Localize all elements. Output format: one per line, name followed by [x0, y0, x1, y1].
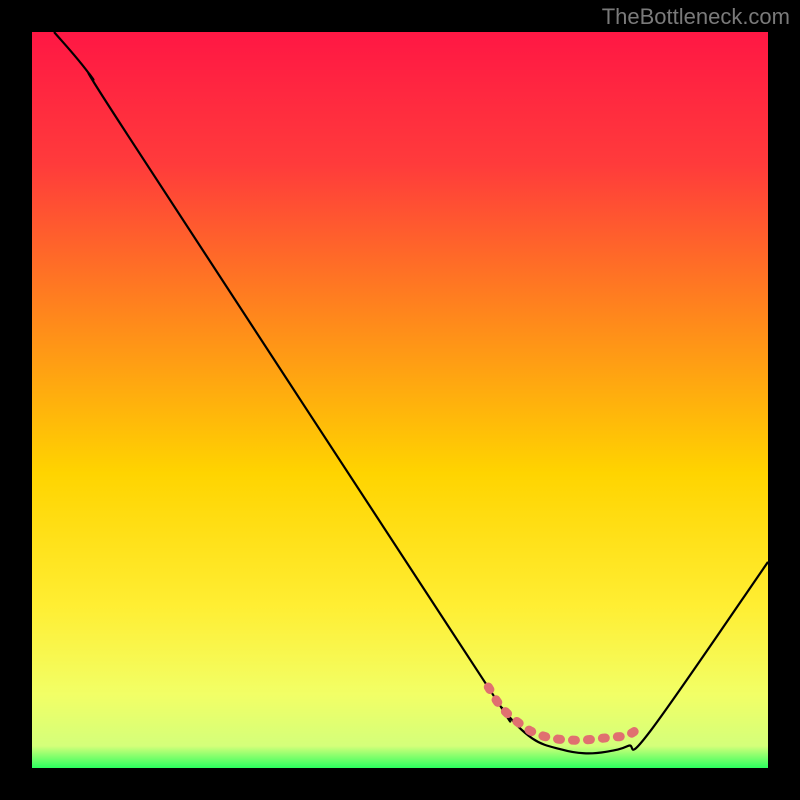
watermark-text: TheBottleneck.com — [602, 4, 790, 30]
bottleneck-chart — [32, 32, 768, 768]
gradient-background — [32, 32, 768, 768]
chart-container — [32, 32, 768, 768]
